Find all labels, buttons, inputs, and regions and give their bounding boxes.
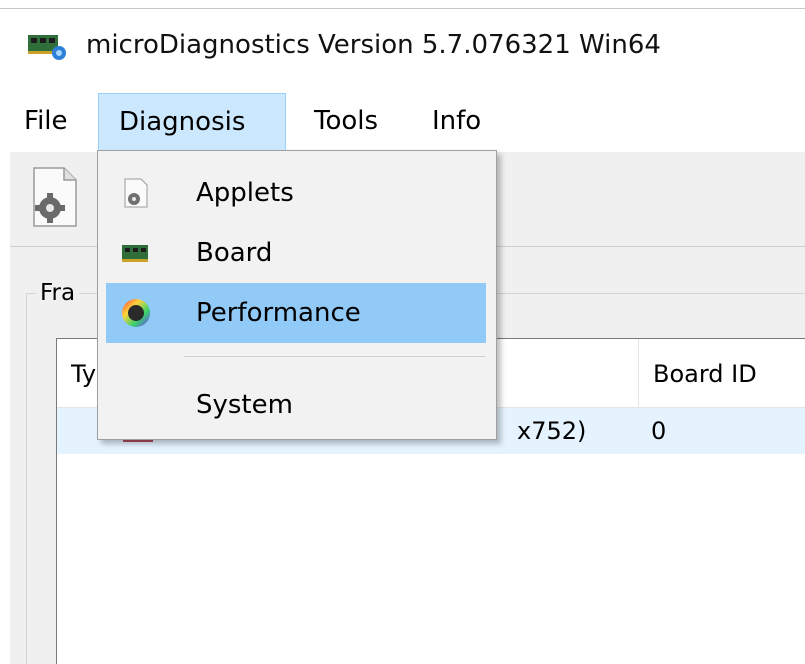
groupbox-label: Fra xyxy=(36,280,80,306)
menu-diagnosis[interactable]: Diagnosis xyxy=(98,93,286,150)
performance-icon xyxy=(122,299,150,327)
applets-gear-icon[interactable] xyxy=(28,166,80,228)
diagnosis-dropdown-menu: Applets Board Performance System xyxy=(97,150,497,440)
menu-item-label: Board xyxy=(196,238,273,268)
menu-item-label: Performance xyxy=(196,298,361,328)
menu-item-label: System xyxy=(196,390,293,420)
menu-item-board[interactable]: Board xyxy=(106,223,486,283)
app-icon xyxy=(28,35,66,60)
row-board-id-cell: 0 xyxy=(651,417,667,445)
menu-item-applets[interactable]: Applets xyxy=(106,163,486,223)
menu-item-label: Applets xyxy=(196,178,294,208)
applets-icon xyxy=(124,178,148,208)
menu-tools[interactable]: Tools xyxy=(300,93,400,149)
groupbox-left-border xyxy=(26,293,27,664)
menu-info[interactable]: Info xyxy=(420,93,500,149)
menu-bar: File Diagnosis Tools Info xyxy=(0,93,805,151)
row-type-cell: x752) xyxy=(517,417,587,445)
column-header-board-id[interactable]: Board ID xyxy=(639,339,805,407)
window-title: microDiagnostics Version 5.7.076321 Win6… xyxy=(86,30,661,60)
menu-item-system[interactable]: System xyxy=(106,375,486,435)
menu-item-performance[interactable]: Performance xyxy=(106,283,486,343)
menu-file[interactable]: File xyxy=(10,93,80,149)
board-icon xyxy=(122,245,148,262)
menu-separator xyxy=(184,356,486,357)
